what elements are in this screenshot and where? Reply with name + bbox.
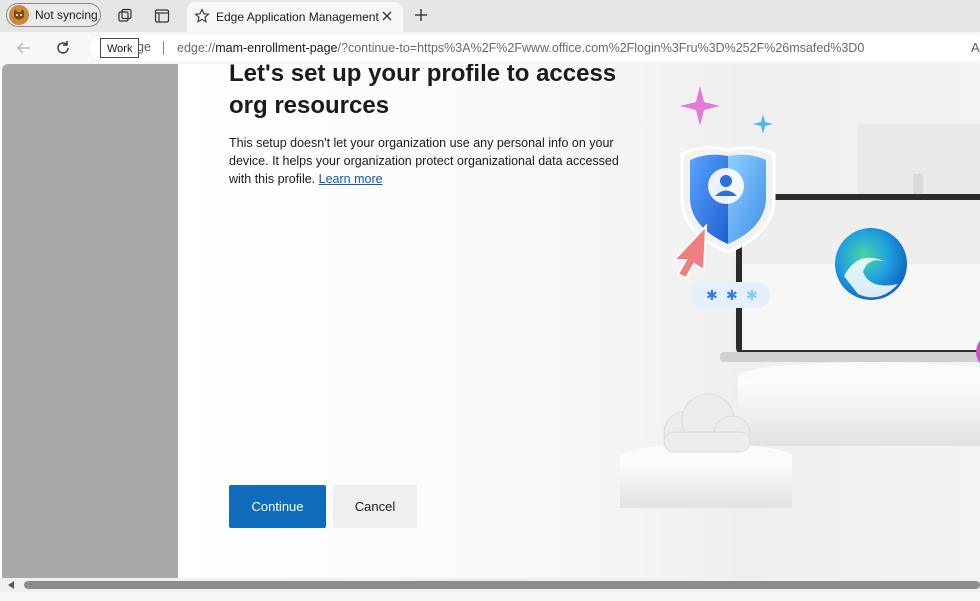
address-bar[interactable]: Work ge edge://mam-enrollment-page/?cont…: [90, 35, 980, 61]
close-icon[interactable]: [380, 9, 394, 23]
plus-icon[interactable]: [412, 6, 430, 24]
workspaces-icon[interactable]: [116, 7, 134, 25]
bottom-strip: [0, 592, 980, 601]
url-text[interactable]: edge://mam-enrollment-page/?continue-to=…: [177, 41, 864, 55]
continue-button[interactable]: Continue: [229, 485, 326, 528]
cloud-icon: [663, 393, 751, 453]
svg-text:✱: ✱: [726, 288, 738, 304]
description-text: This setup doesn't let your organization…: [229, 136, 619, 186]
svg-text:✱: ✱: [746, 288, 758, 304]
address-divider: [163, 41, 164, 55]
url-query: /?continue-to=https%3A%2F%2Fwww.office.c…: [337, 41, 865, 55]
vertical-tabs-icon[interactable]: [153, 7, 171, 25]
hero-illustration: ✱ ✱ ✱: [620, 86, 980, 508]
favorite-star-icon: [194, 8, 210, 23]
learn-more-link[interactable]: Learn more: [319, 172, 383, 186]
profile-avatar-icon: [9, 5, 29, 25]
toolbar: Work ge edge://mam-enrollment-page/?cont…: [0, 32, 980, 64]
background-panel: [2, 64, 178, 578]
back-arrow-icon[interactable]: [15, 39, 33, 57]
tab-edge-application-management[interactable]: Edge Application Management: [187, 2, 403, 32]
refresh-icon[interactable]: [54, 39, 72, 57]
url-host: mam-enrollment-page: [215, 41, 338, 55]
tab-title: Edge Application Management: [216, 10, 379, 24]
enrollment-dialog: Let's set up your profile to access org …: [178, 64, 980, 578]
url-scheme: edge://: [177, 41, 216, 55]
work-tooltip: Work: [100, 38, 140, 58]
svg-text:✱: ✱: [706, 288, 718, 304]
cancel-button[interactable]: Cancel: [333, 485, 417, 528]
page-title: Let's set up your profile to access org …: [229, 64, 617, 119]
scroll-left-icon[interactable]: [6, 580, 16, 590]
tab-strip: Not syncing Edge Application Management: [0, 0, 980, 32]
profile-button[interactable]: Not syncing: [6, 3, 101, 27]
read-aloud-button[interactable]: A: [971, 40, 980, 55]
scrollbar-thumb[interactable]: [24, 581, 980, 589]
horizontal-scrollbar[interactable]: [0, 578, 980, 592]
page-content: Let's set up your profile to access org …: [2, 64, 980, 578]
description: This setup doesn't let your organization…: [229, 134, 629, 188]
sparkle-pink: [680, 86, 720, 126]
profile-status-label: Not syncing: [35, 8, 98, 22]
sparkle-blue: [753, 114, 773, 134]
